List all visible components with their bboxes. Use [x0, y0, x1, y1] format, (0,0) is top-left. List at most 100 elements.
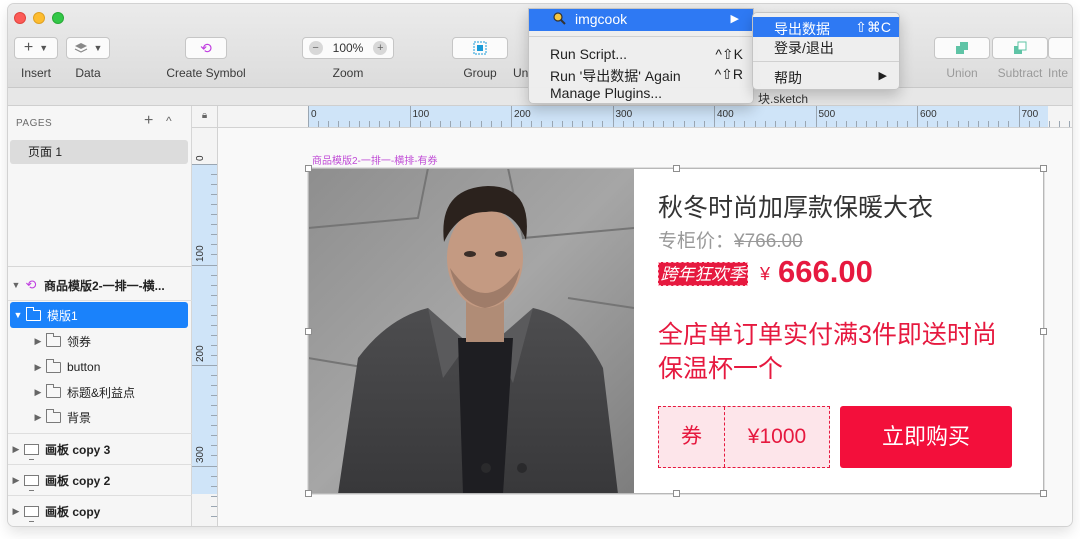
- product-photo[interactable]: [308, 168, 634, 494]
- ruler-tick: [211, 495, 217, 497]
- original-price[interactable]: 专柜价：¥766.00: [658, 226, 803, 253]
- layer-title-benefits[interactable]: ▶ 标题&利益点: [8, 379, 192, 405]
- promo-tag[interactable]: 跨年狂欢季: [658, 262, 748, 286]
- resize-handle[interactable]: [673, 165, 680, 172]
- disclosure-arrow[interactable]: ▶: [30, 336, 46, 347]
- artboard[interactable]: 秋冬时尚加厚款保暖大衣 专柜价：¥766.00 跨年狂欢季 ¥ 666.00 全…: [308, 168, 1044, 494]
- ruler-number: 0: [311, 109, 317, 120]
- ruler-tick: [866, 121, 868, 127]
- coupon-box[interactable]: 券 ¥1000: [658, 406, 830, 468]
- resize-handle[interactable]: [305, 328, 312, 335]
- disclosure-arrow[interactable]: ▼: [10, 310, 26, 320]
- layer-template-1[interactable]: ▼ 模版1: [10, 302, 188, 328]
- menu-item-imgcook[interactable]: imgcook ▶: [529, 9, 753, 31]
- layer-artboard-copy-2[interactable]: ▶ 画板 copy 2: [8, 467, 192, 493]
- create-symbol-button[interactable]: ⟲: [185, 37, 227, 59]
- layer-symbol-group[interactable]: ▼ ⟲ 商品模版2-一排一-横...: [8, 272, 192, 298]
- resize-handle[interactable]: [305, 490, 312, 497]
- zoom-out-icon[interactable]: −: [308, 41, 323, 55]
- disclosure-arrow[interactable]: ▶: [30, 362, 46, 373]
- menu-item-export-data[interactable]: 导出数据 ⇧⌘C: [753, 17, 899, 37]
- group-button[interactable]: [452, 37, 508, 59]
- ruler-number: 100: [195, 244, 206, 262]
- subtract-button[interactable]: [992, 37, 1048, 59]
- menu-item-run-again[interactable]: Run '导出数据' Again: [550, 66, 681, 86]
- zoom-in-icon[interactable]: +: [373, 41, 388, 55]
- ruler-tick: [192, 465, 217, 467]
- ruler-tick: [531, 121, 533, 127]
- document-name: 块.sketch: [758, 92, 809, 106]
- resize-handle[interactable]: [1040, 328, 1047, 335]
- menu-separator: [529, 36, 753, 37]
- artboard-title[interactable]: 商品模版2-一排一-横排-有券: [312, 152, 438, 167]
- menu-item-login-logout[interactable]: 登录/退出: [774, 38, 834, 58]
- add-page-button[interactable]: +: [144, 112, 153, 130]
- menu-item-help[interactable]: 帮助: [774, 68, 802, 88]
- ruler-tick: [896, 121, 898, 127]
- layer-artboard-copy[interactable]: ▶ 画板 copy: [8, 498, 192, 524]
- horizontal-ruler[interactable]: 0 100 200 300 400 500 600 700: [218, 106, 1072, 128]
- menu-item-run-script[interactable]: Run Script...: [550, 46, 627, 62]
- plugins-menu: imgcook ▶ Run Script... ^⇧K Run '导出数据' A…: [528, 8, 754, 104]
- disclosure-arrow[interactable]: ▶: [8, 506, 24, 517]
- union-button[interactable]: [934, 37, 990, 59]
- zoom-control[interactable]: − 100% +: [302, 37, 394, 59]
- layer-label: 标题&利益点: [67, 385, 136, 400]
- menu-item-manage-plugins[interactable]: Manage Plugins...: [550, 85, 662, 101]
- buy-now-button[interactable]: 立即购买: [840, 406, 1012, 468]
- symbol-icon: ⟲: [200, 39, 212, 56]
- page-item[interactable]: 页面 1: [10, 140, 188, 164]
- ruler-lock[interactable]: 🔒︎: [192, 106, 218, 128]
- disclosure-arrow[interactable]: ▶: [8, 444, 24, 455]
- ruler-tick: [511, 106, 512, 127]
- disclosure-arrow[interactable]: ▼: [8, 280, 24, 290]
- ruler-tick: [734, 121, 736, 127]
- resize-handle[interactable]: [673, 490, 680, 497]
- ruler-number: 0: [195, 155, 206, 161]
- zoom-value: 100%: [332, 41, 364, 55]
- disclosure-arrow[interactable]: ▶: [30, 387, 46, 398]
- disclosure-arrow[interactable]: ▶: [8, 475, 24, 486]
- zoom-window-button[interactable]: [52, 12, 64, 24]
- union-label: Union: [946, 66, 978, 80]
- ruler-tick: [460, 121, 462, 127]
- resize-handle[interactable]: [305, 165, 312, 172]
- intersect-button[interactable]: [1048, 37, 1072, 59]
- ruler-tick: [673, 121, 675, 127]
- layer-artboard-copy-3[interactable]: ▶ 画板 copy 3: [8, 436, 192, 462]
- ruler-tick: [328, 121, 330, 127]
- canvas[interactable]: 商品模版2-一排一-横排-有券 秋冬时尚加厚款保暖大衣 专柜价：¥766.00 …: [218, 128, 1072, 526]
- ruler-tick: [724, 121, 726, 127]
- product-title[interactable]: 秋冬时尚加厚款保暖大衣: [658, 188, 933, 224]
- layer-divider: [8, 495, 192, 496]
- collapse-pages-button[interactable]: ^: [166, 114, 172, 128]
- ruler-tick: [988, 121, 990, 127]
- resize-handle[interactable]: [1040, 490, 1047, 497]
- layer-button[interactable]: ▶ button: [8, 354, 192, 380]
- vertical-ruler[interactable]: 0 100 200 300: [192, 128, 218, 526]
- ruler-tick: [470, 121, 472, 127]
- insert-button[interactable]: + ▼: [14, 37, 58, 59]
- close-window-button[interactable]: [14, 12, 26, 24]
- ruler-tick: [622, 121, 624, 127]
- ruler-tick: [211, 505, 217, 507]
- magnifier-icon: [553, 12, 566, 25]
- layer-divider: [8, 464, 192, 465]
- ruler-tick: [1008, 121, 1010, 127]
- ruler-tick: [211, 385, 217, 387]
- layer-label: 画板 copy: [45, 504, 101, 519]
- ruler-tick: [967, 121, 969, 127]
- promotion-text[interactable]: 全店单订单实付满3件即送时尚保温杯一个: [658, 318, 1018, 386]
- layer-coupon[interactable]: ▶ 领券: [8, 328, 192, 354]
- ruler-tick: [693, 121, 695, 127]
- ruler-tick: [211, 354, 217, 356]
- layer-background[interactable]: ▶ 背景: [8, 404, 192, 430]
- ruler-tick: [805, 121, 807, 127]
- resize-handle[interactable]: [1040, 165, 1047, 172]
- minimize-window-button[interactable]: [33, 12, 45, 24]
- disclosure-arrow[interactable]: ▶: [30, 412, 46, 423]
- current-price[interactable]: 666.00: [778, 254, 873, 290]
- ruler-number: 300: [615, 109, 633, 120]
- data-button[interactable]: ▼: [66, 37, 110, 59]
- shortcut-run-script: ^⇧K: [715, 46, 743, 62]
